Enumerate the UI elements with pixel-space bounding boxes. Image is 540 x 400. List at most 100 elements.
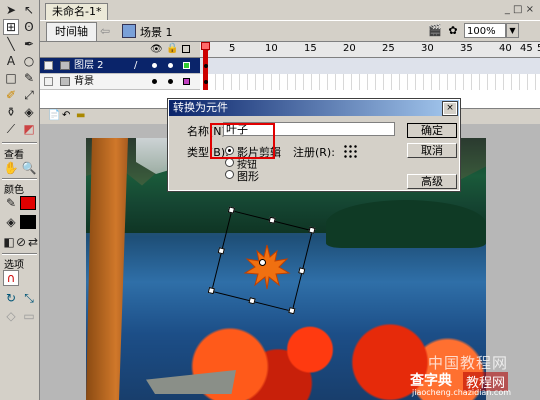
lasso-tool-icon[interactable]: ʘ (21, 19, 37, 35)
toolbox: ➤ ↖ ⊞ ʘ ╲ ✒ A ○ □ ✎ ✐ ⤢ ⚱ ◈ ⟋ ◩ 查看 ✋ 🔍 颜… (0, 0, 40, 400)
add-guide-icon[interactable]: ↶ (62, 110, 70, 121)
eye-icon[interactable]: 👁 (150, 44, 163, 55)
lock-icon[interactable]: 🔒 (166, 43, 178, 54)
rectangle-tool-icon[interactable]: □ (3, 70, 19, 86)
zoom-tool-icon[interactable]: 🔍 (21, 160, 37, 176)
free-transform-tool-icon[interactable]: ⊞ (3, 19, 19, 35)
back-arrow-icon[interactable]: ⇦ (100, 24, 110, 38)
layer-name: 图层 2 (74, 60, 104, 71)
zoom-field[interactable]: 100% (464, 23, 506, 38)
outline-color-box[interactable] (183, 62, 190, 69)
layer-row[interactable]: 背景 (40, 74, 200, 90)
ok-button[interactable]: 确定 (407, 123, 457, 138)
document-tab[interactable]: 未命名-1* (45, 3, 109, 20)
outline-icon[interactable] (182, 45, 190, 53)
playhead-handle[interactable] (201, 42, 210, 50)
page-icon (44, 61, 53, 70)
visibility-dot[interactable] (152, 63, 157, 68)
frame-track[interactable] (200, 74, 540, 90)
visibility-dot[interactable] (152, 79, 157, 84)
close-icon[interactable]: × (442, 101, 458, 116)
keyframe-marker (204, 80, 208, 84)
edit-symbol-icon[interactable]: ✿ (446, 24, 460, 38)
frame-number: 5 (229, 43, 236, 54)
graphic-label[interactable]: 图形 (237, 168, 259, 184)
outline-color-box[interactable] (183, 78, 190, 85)
layer-row[interactable]: 图层 2 / (40, 58, 200, 74)
layer-icon (60, 61, 70, 70)
frame-number: 35 (460, 43, 473, 54)
advanced-button[interactable]: 高级 (407, 174, 457, 189)
distort-icon[interactable]: ◇ (3, 308, 19, 324)
button-radio[interactable] (225, 158, 234, 167)
divider (2, 178, 37, 180)
divider (2, 253, 37, 255)
timeline-toggle-button[interactable]: 时间轴 (46, 22, 97, 42)
view-label: 查看 (4, 150, 24, 161)
frame-number: 20 (343, 43, 356, 54)
snap-magnet-icon[interactable]: ∩ (3, 270, 19, 286)
page-icon (44, 77, 53, 86)
island-shape (326, 200, 486, 248)
paint-bucket-tool-icon[interactable]: ◈ (21, 104, 37, 120)
transform-handle[interactable] (227, 206, 236, 214)
scale-icon[interactable]: ⤡ (21, 290, 37, 306)
graphic-radio[interactable] (225, 170, 234, 179)
window-controls[interactable]: _ □ × (505, 4, 534, 15)
hand-tool-icon[interactable]: ✋ (3, 160, 19, 176)
divider (2, 142, 37, 144)
eyedropper-tool-icon[interactable]: ⟋ (3, 121, 19, 137)
chevron-down-icon[interactable]: ▼ (506, 23, 519, 38)
frame-number: 10 (265, 43, 278, 54)
oval-tool-icon[interactable]: ○ (21, 53, 37, 69)
layer-icon (60, 77, 70, 86)
tree-trunk-shape (86, 138, 128, 400)
frame-ruler[interactable]: 1 5 10 15 20 25 30 35 40 45 50 55 (200, 42, 540, 58)
cancel-button[interactable]: 取消 (407, 143, 457, 158)
text-tool-icon[interactable]: A (3, 53, 19, 69)
fill-transform-tool-icon[interactable]: ⤢ (21, 87, 37, 103)
pen-tool-icon[interactable]: ✒ (21, 36, 37, 52)
arrow-tool-icon[interactable]: ➤ (3, 2, 19, 18)
line-tool-icon[interactable]: ╲ (3, 36, 19, 52)
colors-label: 颜色 (4, 185, 24, 196)
stroke-color-swatch[interactable] (20, 196, 36, 210)
insert-folder-icon[interactable]: ▬ (76, 110, 85, 121)
frame-number: 30 (421, 43, 434, 54)
brush-tool-icon[interactable]: ✐ (3, 87, 19, 103)
lock-dot[interactable] (168, 79, 173, 84)
frame-number: 40 (499, 43, 512, 54)
fill-color-swatch[interactable] (20, 215, 36, 229)
registration-grid[interactable] (343, 144, 357, 158)
transform-handle[interactable] (268, 216, 276, 224)
eraser-tool-icon[interactable]: ◩ (21, 121, 37, 137)
rotate-skew-icon[interactable]: ↻ (3, 290, 19, 306)
subselect-tool-icon[interactable]: ↖ (21, 2, 37, 18)
transform-center-point[interactable] (259, 259, 266, 266)
document-tab-strip: 未命名-1* _ □ × (40, 0, 540, 20)
pencil-icon: / (134, 60, 138, 71)
ink-bottle-tool-icon[interactable]: ⚱ (3, 104, 19, 120)
watermark-brand: 查字典 (410, 373, 452, 389)
layer-name: 背景 (74, 76, 94, 87)
envelope-icon[interactable]: ▭ (21, 308, 37, 324)
layers-header: 👁 🔒 (40, 42, 200, 58)
scene-label: 场景 1 (140, 26, 173, 39)
frame-track[interactable] (200, 58, 540, 74)
fill-color-icon: ◈ (6, 215, 16, 229)
frame-number: 25 (382, 43, 395, 54)
insert-layer-icon[interactable]: 📄 (48, 110, 60, 121)
swap-colors-icon[interactable]: ⇄ (25, 234, 41, 250)
edit-bar: 时间轴 ⇦ 场景 1 🎬 ✿ 100% ▼ (40, 20, 540, 42)
options-label: 选项 (4, 260, 24, 271)
pencil-tool-icon[interactable]: ✎ (21, 70, 37, 86)
registration-label: 注册(R): (293, 146, 335, 159)
frame-number: 45 (520, 43, 533, 54)
edit-scene-icon[interactable]: 🎬 (428, 24, 442, 38)
maple-leaf-icon[interactable] (243, 243, 291, 291)
watermark-url: jiaocheng.chazidian.com (412, 388, 512, 397)
keyframe-marker (204, 64, 208, 68)
stroke-color-icon: ✎ (5, 196, 17, 210)
transform-handle[interactable] (217, 247, 225, 255)
lock-dot[interactable] (168, 63, 173, 68)
